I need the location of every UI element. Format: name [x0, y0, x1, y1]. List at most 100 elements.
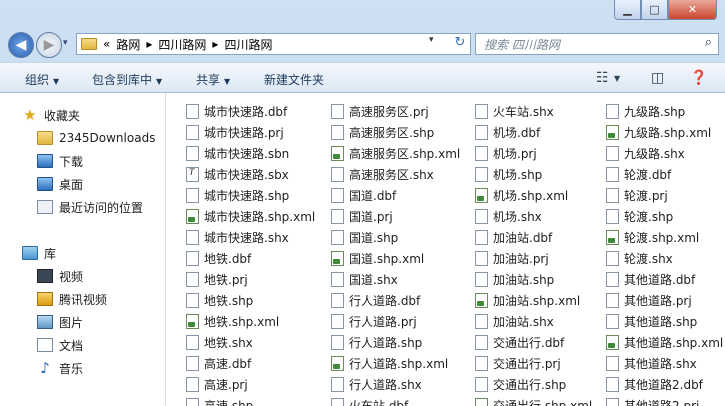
sidebar-item-tencent-video[interactable]: 腾讯视频 — [37, 289, 107, 309]
preview-pane-icon[interactable]: ◫ — [651, 70, 664, 86]
file-item[interactable]: 高速服务区.shp.xml — [331, 143, 460, 163]
breadcrumb-item[interactable]: 四川路网 — [224, 36, 272, 53]
file-item[interactable]: 轮渡.shp.xml — [606, 227, 699, 247]
file-item[interactable]: 交通出行.dbf — [475, 332, 564, 352]
file-item[interactable]: 火车站.dbf — [331, 395, 408, 406]
file-item[interactable]: 地铁.shx — [186, 332, 253, 352]
file-item[interactable]: 国道.prj — [331, 206, 393, 226]
breadcrumb-separator[interactable]: ▸ — [212, 37, 218, 51]
address-bar[interactable]: « 路网 ▸ 四川路网 ▸ 四川路网 — [76, 33, 471, 55]
sidebar-libraries[interactable]: 库 — [22, 243, 56, 263]
file-item[interactable]: 国道.dbf — [331, 185, 396, 205]
file-item[interactable]: 机场.prj — [475, 143, 537, 163]
file-item[interactable]: 行人道路.prj — [331, 311, 417, 331]
file-name: 地铁.dbf — [204, 251, 252, 266]
file-item[interactable]: 其他道路2.prj — [606, 395, 699, 406]
file-item[interactable]: 加油站.prj — [475, 248, 549, 268]
file-item[interactable]: 城市快速路.sbx — [186, 164, 289, 184]
minimize-button[interactable]: ▁ — [614, 0, 641, 20]
file-item[interactable]: 轮渡.shx — [606, 248, 673, 268]
new-folder-button[interactable]: 新建文件夹 — [264, 71, 324, 88]
breadcrumb-overflow[interactable]: « — [103, 37, 110, 51]
sidebar-item-recent-places[interactable]: 最近访问的位置 — [37, 197, 143, 217]
forward-button[interactable]: ▶ — [36, 32, 62, 58]
file-item[interactable]: 其他道路.prj — [606, 290, 692, 310]
file-item[interactable]: 行人道路.shp.xml — [331, 353, 448, 373]
breadcrumb-item[interactable]: 路网 — [116, 36, 140, 53]
file-item[interactable]: 城市快速路.shp — [186, 185, 289, 205]
file-item[interactable]: 国道.shp — [331, 227, 398, 247]
file-item[interactable]: 其他道路.shp.xml — [606, 332, 723, 352]
sidebar-item-documents[interactable]: 文档 — [37, 335, 83, 355]
maximize-button[interactable]: □ — [641, 0, 668, 20]
file-item[interactable]: 城市快速路.sbn — [186, 143, 289, 163]
file-item[interactable]: 加油站.shx — [475, 311, 554, 331]
share-menu[interactable]: 共享 ▼ — [196, 71, 230, 88]
sidebar-favorites[interactable]: ★ 收藏夹 — [22, 105, 80, 125]
change-view-icon[interactable]: ☷ — [596, 70, 609, 86]
file-item[interactable]: 城市快速路.prj — [186, 122, 284, 142]
file-item[interactable]: 高速服务区.prj — [331, 101, 429, 121]
file-item[interactable]: 国道.shx — [331, 269, 398, 289]
file-item[interactable]: 行人道路.dbf — [331, 290, 420, 310]
file-item[interactable]: 城市快速路.shx — [186, 227, 289, 247]
back-button[interactable]: ◀ — [8, 32, 34, 58]
file-item[interactable]: 地铁.dbf — [186, 248, 251, 268]
file-item[interactable]: 火车站.shx — [475, 101, 554, 121]
file-item[interactable]: 其他道路2.dbf — [606, 374, 703, 394]
help-icon[interactable]: ❓ — [690, 70, 707, 86]
recent-pages-dropdown[interactable]: ▾ — [63, 38, 68, 48]
file-item[interactable]: 机场.dbf — [475, 122, 540, 142]
chevron-down-icon: ▼ — [53, 77, 60, 86]
file-item[interactable]: 加油站.shp — [475, 269, 554, 289]
include-in-library-menu[interactable]: 包含到库中 ▼ — [92, 71, 162, 88]
refresh-button[interactable]: ↻ — [449, 32, 471, 52]
file-item[interactable]: 交通出行.shp.xml — [475, 395, 592, 406]
search-placeholder: 搜索 四川路网 — [484, 37, 560, 52]
file-item[interactable]: 地铁.shp — [186, 290, 253, 310]
file-item[interactable]: 地铁.shp.xml — [186, 311, 279, 331]
file-item[interactable]: 城市快速路.shp.xml — [186, 206, 315, 226]
file-item[interactable]: 高速.shp — [186, 395, 253, 406]
sidebar-item-pictures[interactable]: 图片 — [37, 312, 83, 332]
breadcrumb-item[interactable]: 四川路网 — [158, 36, 206, 53]
sidebar-item-music[interactable]: ♪ 音乐 — [37, 358, 83, 378]
file-item[interactable]: 高速服务区.shp — [331, 122, 434, 142]
file-item[interactable]: 高速服务区.shx — [331, 164, 434, 184]
search-icon[interactable]: ⌕ — [705, 35, 712, 50]
sidebar-item-desktop[interactable]: 桌面 — [37, 174, 83, 194]
file-item[interactable]: 九级路.shp.xml — [606, 122, 711, 142]
file-item[interactable]: 高速.prj — [186, 374, 248, 394]
view-options-chevron-icon[interactable]: ▼ — [614, 74, 620, 83]
file-item[interactable]: 机场.shp — [475, 164, 542, 184]
organize-menu[interactable]: 组织 ▼ — [25, 71, 59, 88]
file-item[interactable]: 交通出行.prj — [475, 353, 561, 373]
breadcrumb-separator[interactable]: ▸ — [146, 37, 152, 51]
file-item[interactable]: 行人道路.shp — [331, 332, 422, 352]
file-item[interactable]: 加油站.dbf — [475, 227, 552, 247]
file-item[interactable]: 机场.shx — [475, 206, 542, 226]
file-item[interactable]: 机场.shp.xml — [475, 185, 568, 205]
file-item[interactable]: 轮渡.prj — [606, 185, 668, 205]
file-item[interactable]: 交通出行.shp — [475, 374, 566, 394]
file-item[interactable]: 其他道路.shx — [606, 353, 697, 373]
sidebar-item-downloads[interactable]: 下载 — [37, 151, 83, 171]
file-item[interactable]: 国道.shp.xml — [331, 248, 424, 268]
search-box[interactable]: 搜索 四川路网 ⌕ — [475, 33, 719, 55]
sidebar-item-2345downloads[interactable]: 2345Downloads — [37, 128, 155, 148]
file-item[interactable]: 轮渡.dbf — [606, 164, 671, 184]
file-item[interactable]: 行人道路.shx — [331, 374, 422, 394]
file-item[interactable]: 其他道路.shp — [606, 311, 697, 331]
file-item[interactable]: 轮渡.shp — [606, 206, 673, 226]
file-name: 加油站.shx — [493, 314, 554, 329]
file-item[interactable]: 加油站.shp.xml — [475, 290, 580, 310]
file-item[interactable]: 九级路.shx — [606, 143, 685, 163]
close-button[interactable]: ✕ — [668, 0, 717, 20]
file-item[interactable]: 其他道路.dbf — [606, 269, 695, 289]
file-item[interactable]: 城市快速路.dbf — [186, 101, 287, 121]
file-item[interactable]: 九级路.shp — [606, 101, 685, 121]
address-history-dropdown[interactable]: ▾ — [429, 35, 434, 45]
file-item[interactable]: 高速.dbf — [186, 353, 251, 373]
file-item[interactable]: 地铁.prj — [186, 269, 248, 289]
sidebar-item-videos[interactable]: 视频 — [37, 266, 83, 286]
